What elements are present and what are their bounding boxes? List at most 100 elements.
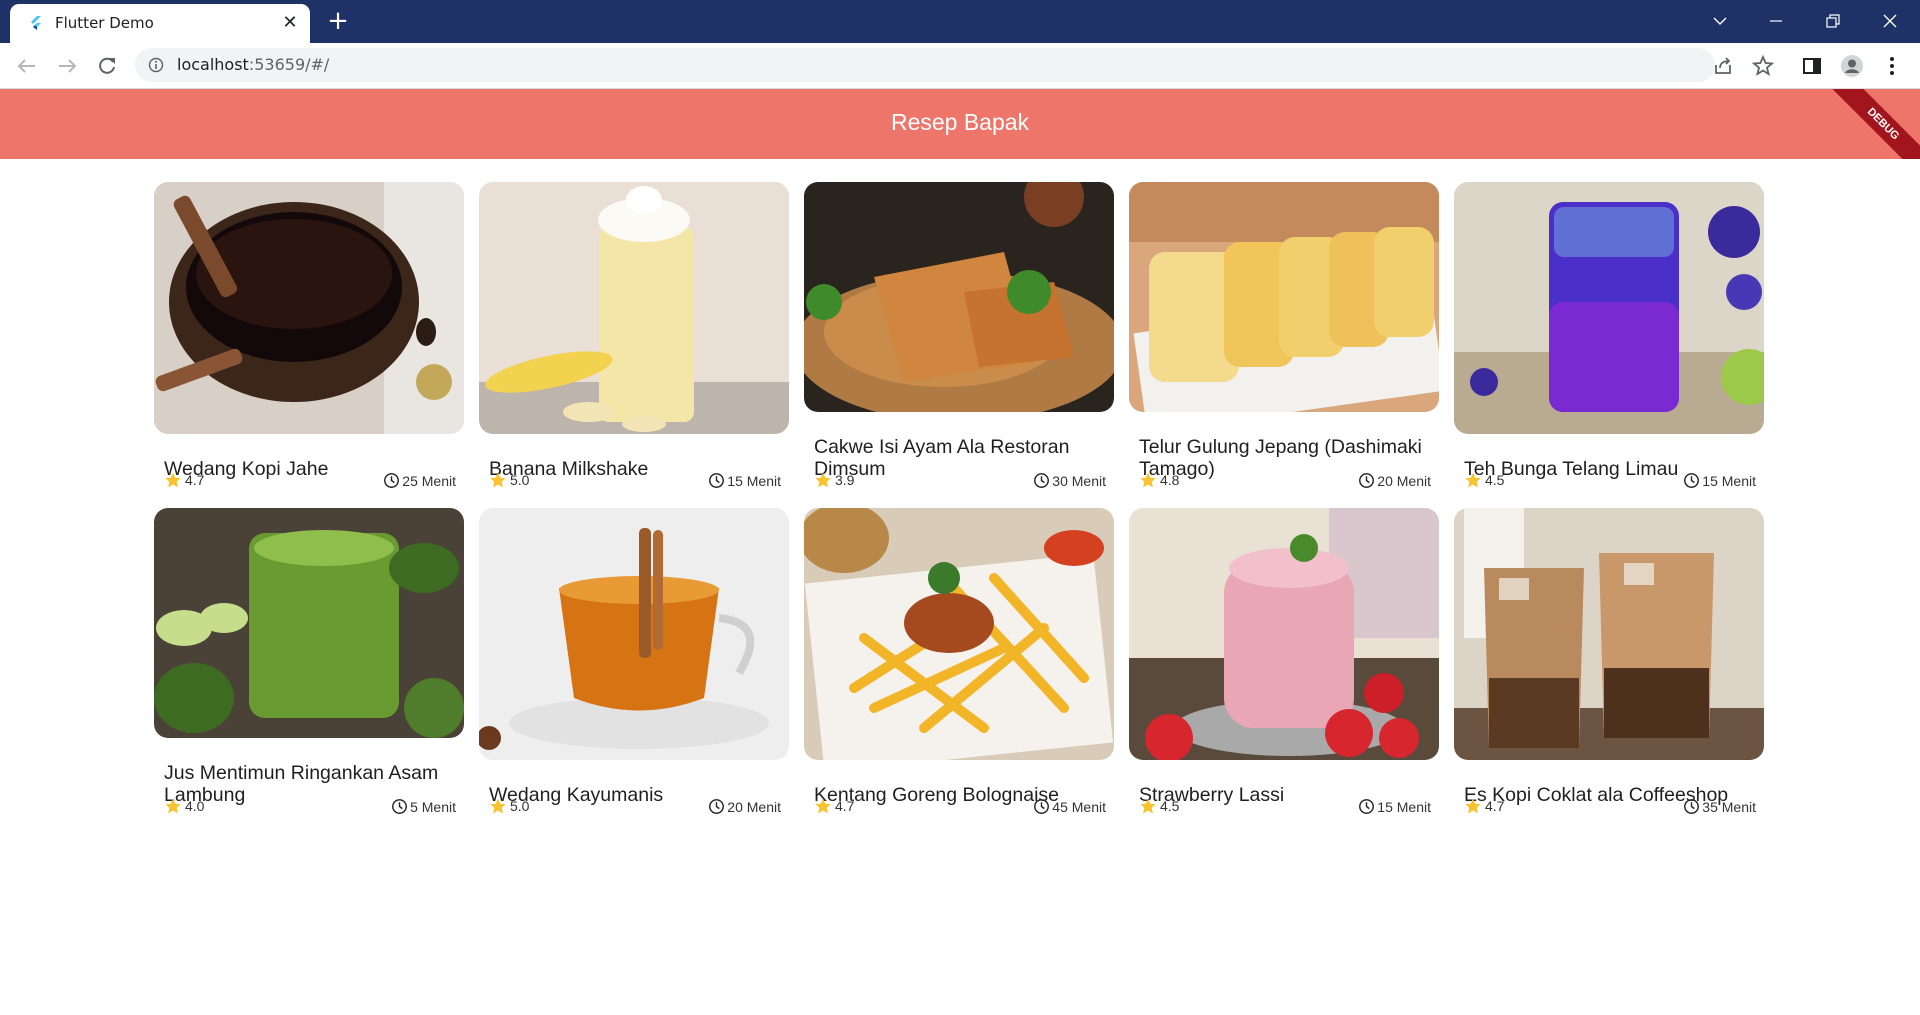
recipe-time-text: 15 Menit: [1702, 472, 1756, 489]
recipe-rating: 4.8: [1160, 472, 1180, 488]
recipe-meta: 5.0 15 Menit: [489, 471, 781, 489]
recipe-image: [1454, 182, 1764, 434]
clock-icon: [392, 799, 408, 814]
recipe-rating: 4.5: [1160, 798, 1180, 814]
restore-icon[interactable]: [1813, 6, 1853, 36]
recipe-rating: 3.9: [835, 472, 855, 488]
recipe-time: 45 Menit: [1033, 798, 1106, 815]
recipe-rating: 4.0: [185, 798, 205, 814]
recipe-rating: 4.5: [1485, 472, 1505, 488]
address-bar[interactable]: localhost:53659/#/: [135, 48, 1715, 82]
star-icon: [165, 798, 181, 814]
star-icon: [165, 472, 181, 488]
browser-title-bar: Flutter Demo ✕ +: [0, 0, 1920, 43]
minimize-icon[interactable]: [1756, 6, 1796, 36]
recipe-card[interactable]: Kentang Goreng Bolognaise 4.7 45 Menit: [804, 508, 1114, 818]
app-bar: Resep Bapak DEBUG: [0, 89, 1920, 159]
star-icon: [815, 472, 831, 488]
recipe-card[interactable]: Wedang Kayumanis 5.0 20 Menit: [479, 508, 789, 818]
recipe-time: 5 Menit: [391, 798, 456, 815]
browser-tab[interactable]: Flutter Demo ✕: [10, 4, 310, 43]
recipe-time-text: 20 Menit: [727, 798, 781, 815]
recipe-time-text: 15 Menit: [1377, 798, 1431, 815]
browser-toolbar: localhost:53659/#/: [0, 43, 1920, 89]
back-arrow-icon[interactable]: [14, 53, 40, 79]
info-icon[interactable]: [148, 57, 164, 73]
close-icon[interactable]: ✕: [280, 13, 300, 33]
recipe-image: [154, 508, 464, 738]
star-icon: [1465, 472, 1481, 488]
recipe-time-text: 15 Menit: [727, 472, 781, 489]
recipe-meta: 4.8 20 Menit: [1139, 471, 1431, 489]
star-outline-icon[interactable]: [1751, 54, 1775, 78]
clock-icon: [709, 473, 725, 488]
star-icon: [1140, 472, 1156, 488]
recipe-time: 15 Menit: [708, 472, 781, 489]
recipe-time-text: 5 Menit: [410, 798, 456, 815]
recipe-time: 20 Menit: [708, 798, 781, 815]
recipe-card[interactable]: Cakwe Isi Ayam Ala Restoran Dimsum 3.9 3…: [804, 182, 1114, 492]
clock-icon: [1034, 799, 1050, 814]
recipe-time-text: 25 Menit: [402, 472, 456, 489]
recipe-card[interactable]: Wedang Kopi Jahe 4.7 25 Menit: [154, 182, 464, 492]
star-icon: [815, 798, 831, 814]
recipe-image: [479, 182, 789, 434]
clock-icon: [1684, 799, 1700, 814]
star-icon: [490, 472, 506, 488]
share-icon[interactable]: [1711, 54, 1735, 78]
recipe-time-text: 45 Menit: [1052, 798, 1106, 815]
recipe-rating: 5.0: [510, 472, 530, 488]
recipe-rating: 4.7: [1485, 798, 1505, 814]
recipe-time-text: 20 Menit: [1377, 472, 1431, 489]
url-host: localhost: [177, 55, 249, 74]
recipe-time: 35 Menit: [1683, 798, 1756, 815]
recipe-card[interactable]: Es Kopi Coklat ala Coffeeshop 4.7 35 Men…: [1454, 508, 1764, 818]
clock-icon: [1034, 473, 1050, 488]
profile-icon[interactable]: [1840, 54, 1864, 78]
clock-icon: [1684, 473, 1700, 488]
clock-icon: [1359, 799, 1375, 814]
recipe-rating: 5.0: [510, 798, 530, 814]
app-title: Resep Bapak: [890, 109, 1030, 135]
recipe-image: [1129, 182, 1439, 412]
recipe-image: [804, 182, 1114, 412]
clock-icon: [709, 799, 725, 814]
recipe-rating: 4.7: [835, 798, 855, 814]
recipe-image: [804, 508, 1114, 760]
star-icon: [490, 798, 506, 814]
close-window-icon[interactable]: [1870, 6, 1910, 36]
recipe-grid: Wedang Kopi Jahe 4.7 25 Menit Banana Mil…: [154, 182, 1766, 818]
recipe-card[interactable]: Banana Milkshake 5.0 15 Menit: [479, 182, 789, 492]
recipe-meta: 4.7 35 Menit: [1464, 797, 1756, 815]
recipe-meta: 4.5 15 Menit: [1464, 471, 1756, 489]
star-icon: [1140, 798, 1156, 814]
tab-title: Flutter Demo: [55, 14, 154, 32]
plus-icon[interactable]: +: [325, 8, 351, 35]
recipe-meta: 4.7 45 Menit: [814, 797, 1106, 815]
recipe-time-text: 30 Menit: [1052, 472, 1106, 489]
recipe-card[interactable]: Telur Gulung Jepang (Dashimaki Tamago) 4…: [1129, 182, 1439, 492]
recipe-image: [1129, 508, 1439, 760]
recipe-image: [479, 508, 789, 760]
forward-arrow-icon[interactable]: [54, 53, 80, 79]
recipe-meta: 4.0 5 Menit: [164, 797, 456, 815]
recipe-time: 15 Menit: [1358, 798, 1431, 815]
url-text[interactable]: localhost:53659/#/: [177, 55, 329, 74]
chevron-down-icon[interactable]: [1700, 6, 1740, 36]
recipe-time: 15 Menit: [1683, 472, 1756, 489]
side-panel-icon[interactable]: [1800, 54, 1824, 78]
recipe-card[interactable]: Strawberry Lassi 4.5 15 Menit: [1129, 508, 1439, 818]
recipe-meta: 4.7 25 Menit: [164, 471, 456, 489]
recipe-meta: 5.0 20 Menit: [489, 797, 781, 815]
reload-icon[interactable]: [94, 53, 120, 79]
recipe-meta: 3.9 30 Menit: [814, 471, 1106, 489]
recipe-card[interactable]: Teh Bunga Telang Limau 4.5 15 Menit: [1454, 182, 1764, 492]
recipe-card[interactable]: Jus Mentimun Ringankan Asam Lambung 4.0 …: [154, 508, 464, 818]
url-path: :53659/#/: [248, 55, 330, 74]
recipe-time: 25 Menit: [383, 472, 456, 489]
more-vert-icon[interactable]: [1880, 54, 1904, 78]
clock-icon: [1359, 473, 1375, 488]
recipe-meta: 4.5 15 Menit: [1139, 797, 1431, 815]
recipe-time: 30 Menit: [1033, 472, 1106, 489]
recipe-time: 20 Menit: [1358, 472, 1431, 489]
